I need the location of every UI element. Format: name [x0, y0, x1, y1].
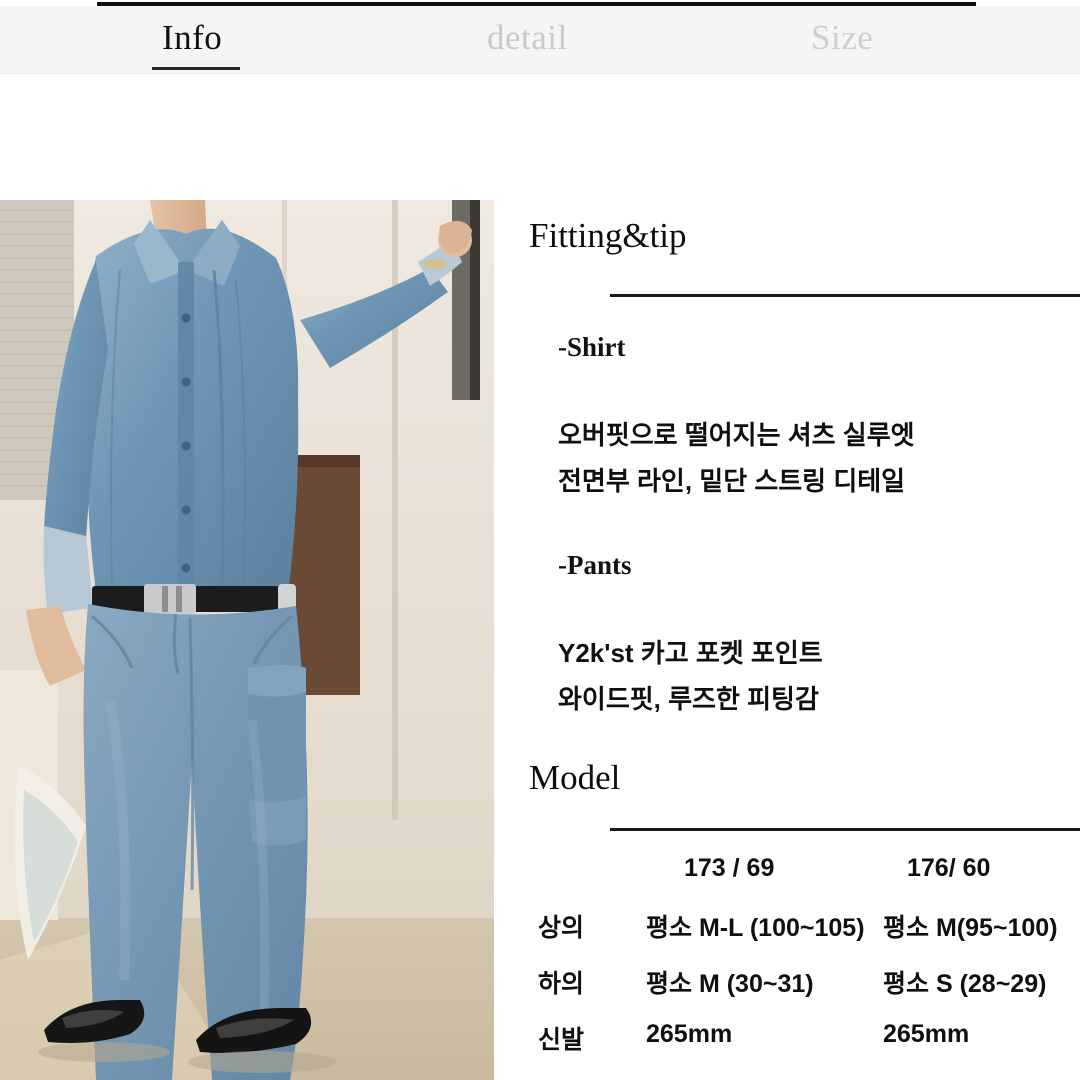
table-row-label-shoes: 신발	[538, 1026, 585, 1054]
fitting-tip-heading: Fitting&tip	[529, 216, 687, 255]
shirt-description: 오버핏으로 떨어지는 셔츠 실루엣 전면부 라인, 밑단 스트링 디테일	[558, 412, 915, 504]
pants-description-line-1: Y2k'st 카고 포켓 포인트	[558, 638, 823, 668]
table-cell-shoes-model2: 265mm	[883, 1020, 970, 1048]
table-cell-top-model1: 평소 M-L (100~105)	[646, 914, 865, 942]
tab-active-underline	[152, 67, 240, 70]
product-photo[interactable]	[0, 200, 494, 1080]
pants-description: Y2k'st 카고 포켓 포인트 와이드핏, 루즈한 피팅감	[558, 630, 823, 722]
tab-bar: Info detail Size	[0, 6, 1080, 74]
model-column-header-1: 173 / 69	[684, 854, 775, 882]
table-cell-bottom-model2: 평소 S (28~29)	[883, 970, 1047, 998]
model-heading: Model	[529, 758, 621, 797]
table-cell-bottom-model1: 평소 M (30~31)	[646, 970, 814, 998]
info-content-panel: Fitting&tip -Shirt 오버핏으로 떨어지는 셔츠 실루엣 전면부…	[494, 200, 1080, 1080]
tab-detail[interactable]: detail	[487, 16, 568, 60]
pants-description-line-2: 와이드핏, 루즈한 피팅감	[558, 684, 819, 714]
model-column-header-2: 176/ 60	[907, 854, 991, 882]
fitting-tip-divider	[610, 294, 1080, 297]
shirt-description-line-2: 전면부 라인, 밑단 스트링 디테일	[558, 466, 906, 496]
product-detail-page: Info detail Size Fitting&tip -Shirt 오버핏으…	[0, 0, 1080, 1080]
table-cell-top-model2: 평소 M(95~100)	[883, 914, 1058, 942]
table-row-label-bottom: 하의	[538, 970, 585, 998]
table-row-label-top: 상의	[538, 914, 585, 942]
shirt-subheading: -Shirt	[558, 332, 626, 362]
table-cell-shoes-model1: 265mm	[646, 1020, 733, 1048]
product-photo-illustration	[0, 200, 494, 1080]
pants-subheading: -Pants	[558, 550, 632, 580]
tab-size[interactable]: Size	[811, 16, 873, 60]
model-table-divider	[610, 828, 1080, 831]
shirt-description-line-1: 오버핏으로 떨어지는 셔츠 실루엣	[558, 420, 915, 450]
tab-info[interactable]: Info	[162, 16, 222, 60]
